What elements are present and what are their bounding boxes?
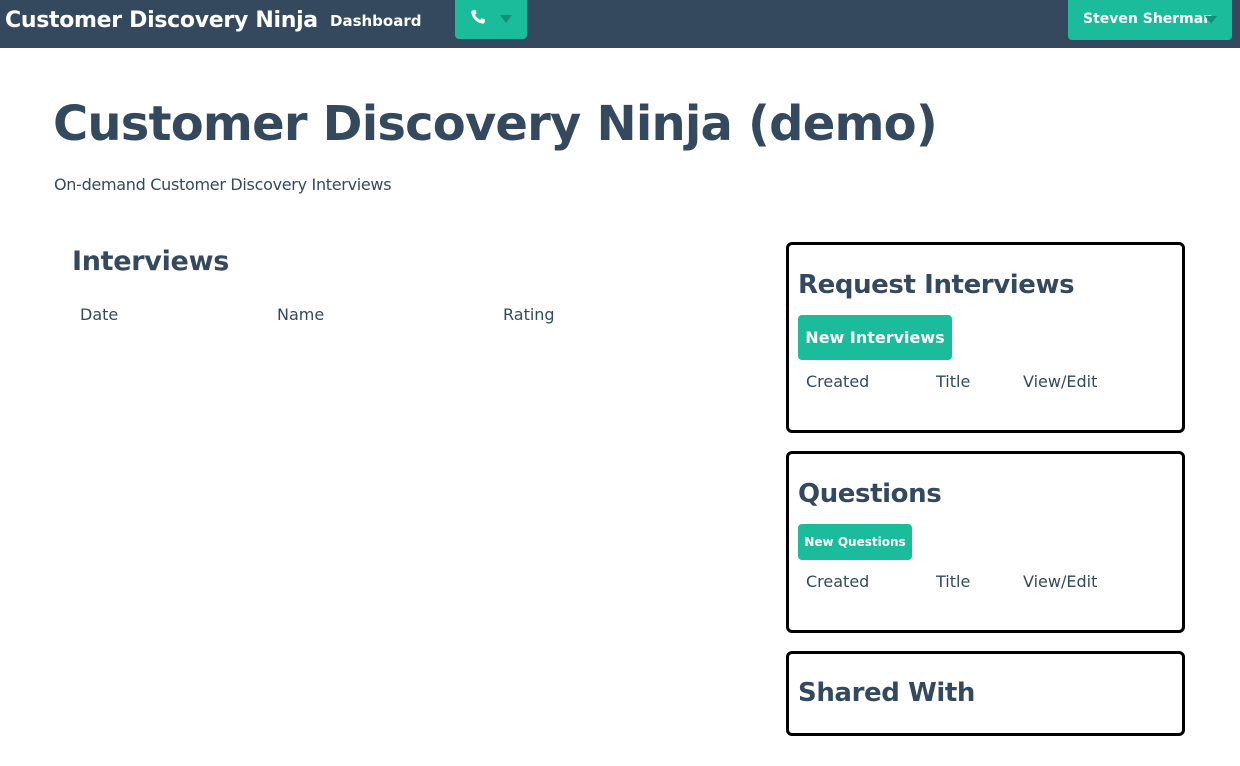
request-col-created: Created <box>806 372 870 391</box>
shared-with-title: Shared With <box>798 678 976 708</box>
page-title: Customer Discovery Ninja (demo) <box>53 96 938 152</box>
dashboard-link[interactable]: Dashboard <box>330 12 421 30</box>
request-interviews-title: Request Interviews <box>798 270 1075 300</box>
questions-col-view-edit: View/Edit <box>1023 572 1098 591</box>
user-menu-button[interactable]: Steven Sherman <box>1068 0 1232 40</box>
chevron-down-icon <box>1205 16 1217 24</box>
questions-panel: Questions New Questions Created Title Vi… <box>786 451 1185 633</box>
new-questions-button[interactable]: New Questions <box>798 524 912 560</box>
phone-icon <box>471 10 485 24</box>
request-col-title: Title <box>936 372 971 391</box>
questions-title: Questions <box>798 479 942 509</box>
request-interviews-panel: Request Interviews New Interviews Create… <box>786 242 1185 433</box>
interviews-title: Interviews <box>72 246 229 277</box>
user-name: Steven Sherman <box>1083 11 1214 27</box>
page-tagline: On-demand Customer Discovery Interviews <box>54 175 392 194</box>
phone-dropdown-button[interactable] <box>455 0 527 39</box>
brand-link[interactable]: Customer Discovery Ninja <box>5 8 318 33</box>
top-navbar: Customer Discovery Ninja Dashboard Steve… <box>0 0 1240 48</box>
interviews-col-name: Name <box>277 305 325 324</box>
interviews-col-rating: Rating <box>503 305 555 324</box>
shared-with-panel: Shared With <box>786 651 1185 736</box>
request-col-view-edit: View/Edit <box>1023 372 1098 391</box>
chevron-down-icon <box>500 15 512 23</box>
new-interviews-button[interactable]: New Interviews <box>798 315 952 360</box>
interviews-col-date: Date <box>80 305 119 324</box>
questions-col-title: Title <box>936 572 971 591</box>
questions-col-created: Created <box>806 572 870 591</box>
